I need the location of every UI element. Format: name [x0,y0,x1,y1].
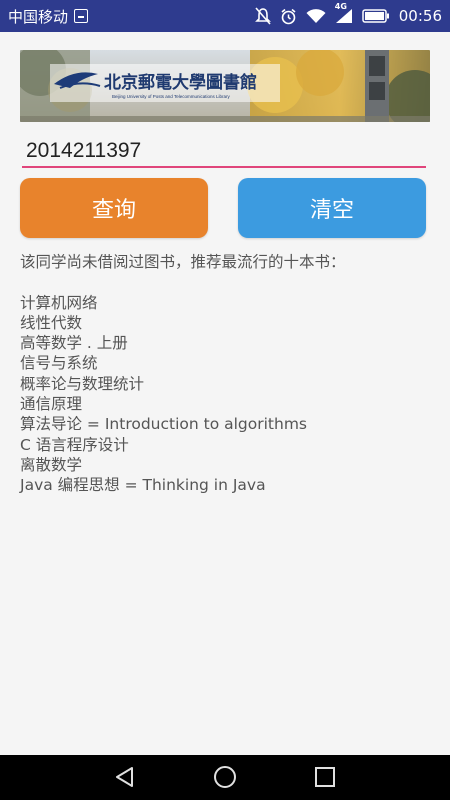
result-message: 该同学尚未借阅过图书，推荐最流行的十本书： [20,253,346,271]
book-item: Java 编程思想 = Thinking in Java [20,476,266,495]
student-id-input[interactable] [22,136,426,168]
book-item: 信号与系统 [20,354,98,373]
status-left: 中国移动 [8,6,89,27]
banner-title: 北京郵電大學圖書館 [104,72,257,93]
book-item: 离散数学 [20,455,83,474]
sim-card-icon [74,9,89,23]
result-panel: 该同学尚未借阅过图书，推荐最流行的十本书： 计算机网络 线性代数 高等数学 . … [20,252,430,496]
book-item: 高等数学 . 上册 [20,334,128,353]
status-right: 4G 00:56 [254,2,442,25]
wifi-icon [306,9,326,23]
carrier-name: 中国移动 [8,7,69,26]
cell-signal: 4G [335,2,353,24]
banner-image: 北京郵電大學圖書館 Beijing University of Posts an… [20,50,430,122]
status-bar: 中国移动 4G 00:56 [0,0,450,32]
book-item: C 语言程序设计 [20,435,129,454]
alarm-icon [281,8,296,24]
result-spacer [20,272,430,292]
silent-mode-icon [254,7,271,25]
banner-subtitle: Beijing University of Posts and Telecomm… [112,94,230,99]
battery-icon [362,9,389,23]
status-time: 00:56 [398,7,442,25]
clear-button[interactable]: 清空 [238,178,426,238]
back-button[interactable] [113,765,137,789]
home-circle-icon [214,766,236,788]
book-item: 通信原理 [20,395,83,414]
book-item: 线性代数 [20,313,83,332]
book-item: 算法导论 = Introduction to algorithms [20,415,308,434]
home-button[interactable] [213,765,237,789]
book-item: 计算机网络 [20,293,98,312]
library-banner: 北京郵電大學圖書館 Beijing University of Posts an… [20,50,430,122]
navigation-bar [0,755,450,800]
recent-square-icon [315,767,335,787]
back-triangle-icon [116,767,133,787]
recent-apps-button[interactable] [313,765,337,789]
book-item: 概率论与数理统计 [20,374,145,393]
query-button[interactable]: 查询 [20,178,208,238]
network-type-label: 4G [334,2,347,11]
